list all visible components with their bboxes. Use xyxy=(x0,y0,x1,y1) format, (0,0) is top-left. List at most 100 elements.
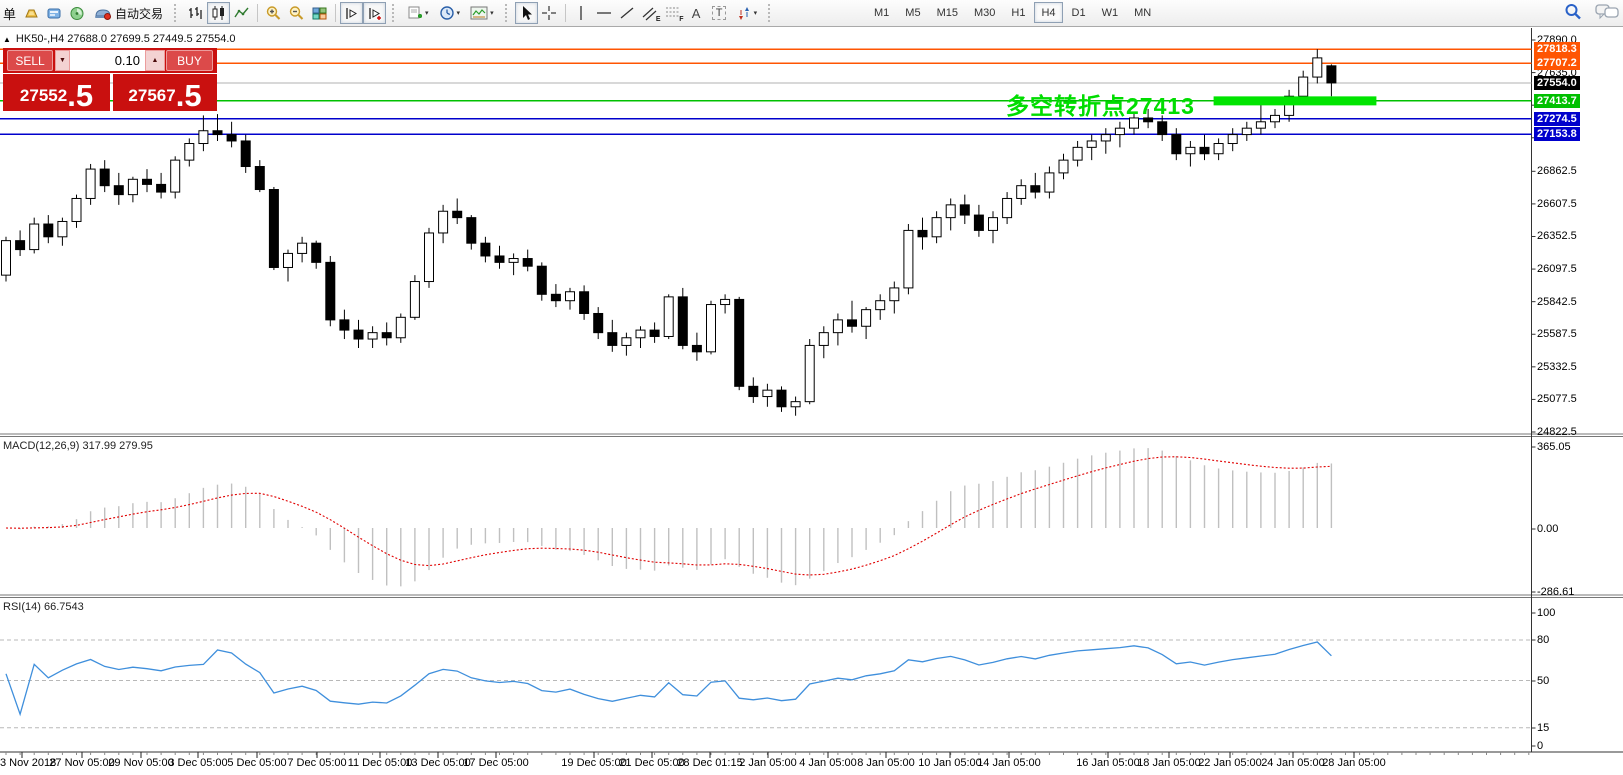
tf-button-m15[interactable]: M15 xyxy=(930,2,965,23)
price-level-badge: 27153.8 xyxy=(1534,127,1580,141)
macd-axis-label: -286.61 xyxy=(1537,586,1574,598)
crosshair-tool-icon[interactable] xyxy=(538,2,561,24)
rsi-axis-label: 50 xyxy=(1537,675,1549,687)
tf-button-d1[interactable]: D1 xyxy=(1065,2,1093,23)
toolbar-right-group xyxy=(1563,2,1619,22)
dropdown-arrow-icon: ▾ xyxy=(754,9,758,17)
tile-windows-icon[interactable] xyxy=(308,2,331,24)
chart-header: ▲ HK50-,H4 27688.0 27699.5 27449.5 27554… xyxy=(3,33,236,45)
candlestick-mode-icon[interactable] xyxy=(207,2,230,24)
time-axis-label: 3 Dec 05:00 xyxy=(168,757,227,769)
equidistant-channel-tool-icon[interactable]: E xyxy=(639,2,662,24)
time-axis-label: 21 Dec 05:00 xyxy=(619,757,684,769)
horizontal-line-tool-icon[interactable] xyxy=(593,2,616,24)
cursor-tool-icon xyxy=(519,5,533,21)
search-icon[interactable] xyxy=(1563,2,1583,22)
toolbar-grip[interactable] xyxy=(768,4,774,22)
channel-subscript-label: E xyxy=(656,16,661,23)
text-tool-icon[interactable]: A xyxy=(685,2,708,24)
cursor-tool-icon[interactable] xyxy=(515,2,538,24)
collapse-triangle-icon[interactable]: ▲ xyxy=(3,35,11,44)
templates-button[interactable]: ▾ xyxy=(465,2,499,24)
trendline-tool-icon xyxy=(619,5,635,21)
zoom-out-icon xyxy=(288,5,306,21)
volume-input[interactable] xyxy=(70,50,145,71)
auto-scroll-icon xyxy=(343,6,360,21)
sell-price-frac: .5 xyxy=(67,83,93,109)
chat-icon[interactable] xyxy=(1595,3,1619,21)
volume-increase-button[interactable]: ▲ xyxy=(145,50,165,71)
arrows-tool-button[interactable]: ▾ xyxy=(731,2,763,24)
tf-button-m5[interactable]: M5 xyxy=(898,2,927,23)
price-level-badge: 27274.5 xyxy=(1534,112,1580,126)
new-chart-icon xyxy=(407,5,423,21)
fibonacci-tool-icon[interactable]: F xyxy=(662,2,685,24)
timeframe-toolbar: M1M5M15M30H1H4D1W1MN xyxy=(866,2,1159,23)
time-axis-label: 8 Jan 05:00 xyxy=(857,757,915,769)
time-axis-label: 29 Nov 05:00 xyxy=(108,757,173,769)
price-axis-label: 26352.5 xyxy=(1537,230,1577,242)
buy-price-display[interactable]: 27567.5 xyxy=(113,74,217,111)
tf-button-h1[interactable]: H1 xyxy=(1004,2,1032,23)
toolbar-grip[interactable] xyxy=(174,4,180,22)
time-axis-label: 10 Jan 05:00 xyxy=(918,757,982,769)
symbol-ohlc-label: HK50-,H4 27688.0 27699.5 27449.5 27554.0 xyxy=(16,33,236,45)
vertical-line-tool-icon xyxy=(574,5,588,21)
price-axis-label: 26862.5 xyxy=(1537,165,1577,177)
tf-button-mn[interactable]: MN xyxy=(1127,2,1158,23)
chart-shift-icon xyxy=(366,6,383,21)
dropdown-arrow-icon: ▾ xyxy=(490,9,494,17)
trendline-tool-icon[interactable] xyxy=(616,2,639,24)
line-chart-mode-icon xyxy=(233,5,250,21)
toolbar-separator xyxy=(565,4,566,22)
price-level-badge: 27818.3 xyxy=(1534,42,1580,56)
sell-price-display[interactable]: 27552.5 xyxy=(3,74,110,111)
bar-chart-mode-icon[interactable] xyxy=(184,2,207,24)
tf-button-h4[interactable]: H4 xyxy=(1034,2,1062,23)
fibo-subscript-label: F xyxy=(679,16,683,23)
rsi-line xyxy=(6,642,1331,714)
vertical-line-tool-icon[interactable] xyxy=(570,2,593,24)
periods-button[interactable]: ▾ xyxy=(434,2,466,24)
tf-button-m1[interactable]: M1 xyxy=(867,2,896,23)
gold-ingot-icon[interactable] xyxy=(20,2,43,24)
price-level-badge: 27707.2 xyxy=(1534,56,1580,70)
tile-windows-icon xyxy=(311,6,328,21)
new-chart-button[interactable]: ▾ xyxy=(402,2,434,24)
auto-trading-button[interactable]: 自动交易 xyxy=(89,2,168,24)
sell-button[interactable]: SELL xyxy=(7,50,53,71)
rsi-axis-label: 100 xyxy=(1537,607,1555,619)
radar-signal-icon[interactable] xyxy=(66,2,89,24)
market-watch-icon[interactable] xyxy=(43,2,66,24)
tf-button-m30[interactable]: M30 xyxy=(967,2,1002,23)
pivot-annotation-text[interactable]: 多空转折点27413 xyxy=(1006,87,1195,121)
chart-canvas[interactable] xyxy=(0,0,1623,775)
toolbar-grip[interactable] xyxy=(505,4,511,22)
time-axis-label: 27 Nov 05:00 xyxy=(49,757,114,769)
toolbar-grip[interactable] xyxy=(392,4,398,22)
time-axis-label: 3 Nov 2018 xyxy=(0,757,56,769)
zoom-out-icon[interactable] xyxy=(285,2,308,24)
text-label-tool-icon[interactable]: T xyxy=(708,2,731,24)
price-level-badge: 27413.7 xyxy=(1534,94,1580,108)
time-axis-label: 24 Jan 05:00 xyxy=(1261,757,1325,769)
auto-trading-label: 自动交易 xyxy=(115,5,163,22)
buy-button[interactable]: BUY xyxy=(166,50,213,71)
market-watch-icon xyxy=(46,6,63,21)
menu-fragment-label[interactable]: 单 xyxy=(3,4,16,23)
toolbar: 单 自动交易 xyxy=(0,0,1623,27)
price-axis-label: 26097.5 xyxy=(1537,263,1577,275)
volume-decrease-button[interactable]: ▼ xyxy=(55,50,70,71)
rsi-axis-label: 80 xyxy=(1537,634,1549,646)
tf-button-w1[interactable]: W1 xyxy=(1095,2,1126,23)
arrows-tool-icon xyxy=(736,6,752,21)
auto-scroll-icon[interactable] xyxy=(340,2,363,24)
line-chart-mode-icon[interactable] xyxy=(230,2,253,24)
rsi-indicator-label: RSI(14) 66.7543 xyxy=(3,601,84,613)
time-axis-label: 4 Jan 05:00 xyxy=(799,757,857,769)
toolbar-separator xyxy=(257,4,258,22)
chart-shift-icon[interactable] xyxy=(363,2,386,24)
zoom-in-icon[interactable] xyxy=(262,2,285,24)
trading-terminal-window: 单 自动交易 xyxy=(0,0,1623,775)
price-axis-label: 24822.5 xyxy=(1537,426,1577,438)
